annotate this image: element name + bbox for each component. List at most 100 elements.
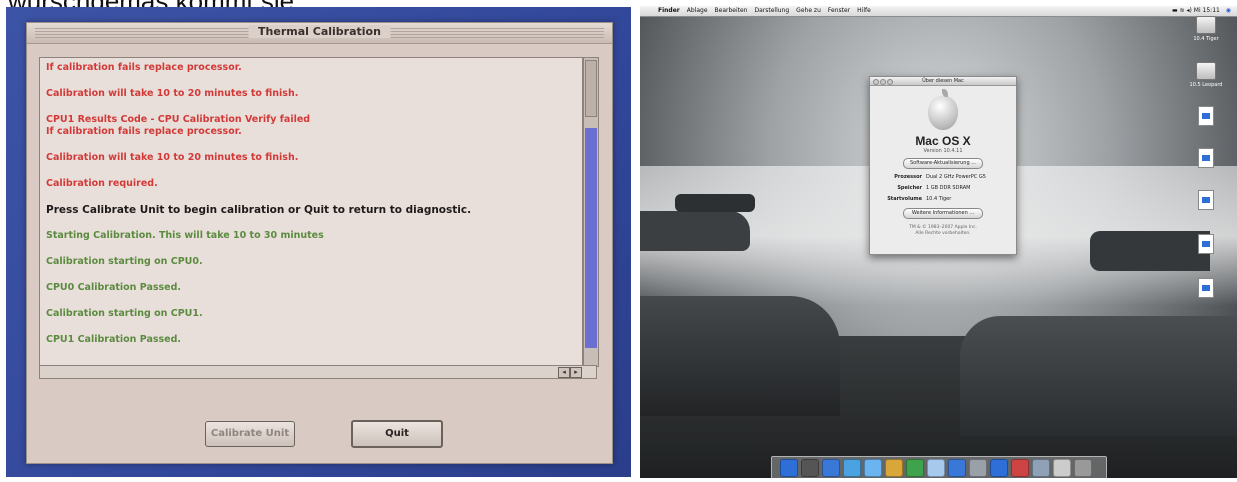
- about-info-value: 10.4 Tiger: [926, 196, 952, 202]
- desktop-icon-label: 10.4 Tiger: [1193, 36, 1219, 42]
- log-line: Starting Calibration. This will take 10 …: [46, 230, 324, 241]
- wallpaper-rock-foreground: [960, 316, 1237, 436]
- dock-app-icon[interactable]: [1074, 459, 1092, 477]
- file-icon: [1198, 190, 1214, 210]
- menu-item[interactable]: Darstellung: [754, 7, 789, 14]
- menu-item[interactable]: Hilfe: [857, 7, 871, 14]
- scroll-track[interactable]: [585, 128, 597, 348]
- menu-extras: ▬ ≋ ◂) Mi 15:11 ◉: [1172, 6, 1231, 16]
- about-info-value: Dual 2 GHz PowerPC G5: [926, 174, 986, 180]
- thermal-calibration-window: Thermal Calibration If calibration fails…: [26, 22, 613, 464]
- scroll-left-icon[interactable]: ◂: [558, 367, 570, 378]
- about-window-title: Über diesen Mac: [922, 78, 964, 84]
- dock-app-icon[interactable]: [822, 459, 840, 477]
- minimize-icon[interactable]: [880, 79, 886, 85]
- volume-icon[interactable]: ◂): [1187, 7, 1192, 14]
- window-title: Thermal Calibration: [248, 25, 391, 38]
- file-icon: [1198, 234, 1214, 254]
- menu-item[interactable]: Finder: [658, 7, 680, 14]
- vertical-scrollbar[interactable]: [583, 57, 599, 367]
- about-info-row: Prozessor Dual 2 GHz PowerPC G5: [884, 174, 1016, 180]
- menu-bar: Finder Ablage Bearbeiten Darstellung Gehe zu…: [640, 6, 1237, 17]
- wallpaper-rock-left-top: [675, 194, 755, 212]
- dock-app-icon[interactable]: [843, 459, 861, 477]
- about-this-mac-window: Über diesen Mac Mac OS X Version 10.4.11…: [869, 76, 1017, 255]
- document-icon[interactable]: [1181, 278, 1231, 300]
- file-icon: [1198, 278, 1214, 298]
- apple-logo-icon: [928, 89, 958, 130]
- scroll-knob[interactable]: [585, 60, 597, 117]
- software-update-button[interactable]: Software-Aktualisierung ...: [903, 158, 983, 169]
- log-line: CPU0 Calibration Passed.: [46, 282, 182, 293]
- log-line: CPU1 Results Code - CPU Calibration Veri…: [46, 114, 311, 137]
- calibrate-unit-button[interactable]: Calibrate Unit: [205, 421, 295, 447]
- hard-drive-icon: [1196, 16, 1216, 34]
- about-titlebar[interactable]: Über diesen Mac: [870, 77, 1016, 86]
- spotlight-icon[interactable]: ◉: [1226, 7, 1231, 14]
- log-line: Calibration will take 10 to 20 minutes t…: [46, 88, 299, 99]
- dock-app-icon[interactable]: [801, 459, 819, 477]
- about-info-row: Startvolume 10.4 Tiger: [884, 196, 1016, 202]
- copyright-footer: TM & © 1983–2007 Apple Inc. Alle Rechte …: [909, 225, 977, 236]
- dock-app-icon[interactable]: [969, 459, 987, 477]
- horizontal-scrollbar[interactable]: ◂ ▸: [39, 365, 597, 379]
- thermal-calibration-photo: Thermal Calibration If calibration fails…: [6, 7, 631, 477]
- file-icon: [1198, 106, 1214, 126]
- disk-icon[interactable]: 10.5 Leopard: [1181, 62, 1231, 88]
- menu-items: Finder Ablage Bearbeiten Darstellung Gehe zu…: [658, 6, 878, 16]
- menu-item[interactable]: Fenster: [828, 7, 850, 14]
- log-line: Press Calibrate Unit to begin calibratio…: [46, 204, 472, 216]
- quit-button[interactable]: Quit: [351, 420, 443, 448]
- window-controls: [873, 79, 894, 88]
- log-line: CPU1 Calibration Passed.: [46, 334, 182, 345]
- menu-item[interactable]: Ablage: [687, 7, 708, 14]
- log-line: Calibration starting on CPU1.: [46, 308, 203, 319]
- about-info-label: Prozessor: [894, 174, 922, 180]
- dock-app-icon[interactable]: [864, 459, 882, 477]
- log-line: If calibration fails replace processor.: [46, 62, 242, 73]
- about-info-value: 1 GB DDR SDRAM: [926, 185, 971, 191]
- window-titlebar[interactable]: Thermal Calibration: [27, 23, 612, 44]
- file-icon: [1198, 148, 1214, 168]
- wallpaper-rock-foreground-left: [640, 296, 840, 416]
- document-icon[interactable]: [1181, 234, 1231, 256]
- log-line: Calibration required.: [46, 178, 158, 189]
- mac-os-x-desktop: Finder Ablage Bearbeiten Darstellung Gehe zu…: [640, 6, 1237, 478]
- dock-app-icon[interactable]: [885, 459, 903, 477]
- wallpaper-rock-left: [640, 211, 750, 251]
- battery-icon[interactable]: ▬: [1172, 7, 1178, 14]
- log-lines: If calibration fails replace processor. C…: [40, 58, 582, 364]
- document-icon[interactable]: [1181, 106, 1231, 128]
- dock-app-icon[interactable]: [780, 459, 798, 477]
- close-icon[interactable]: [873, 79, 879, 85]
- dock-app-icon[interactable]: [990, 459, 1008, 477]
- about-info-rows: Prozessor Dual 2 GHz PowerPC G5 Speicher 1 …: [870, 174, 1016, 202]
- about-info-row: Speicher 1 GB DDR SDRAM: [884, 185, 1016, 191]
- menu-item[interactable]: Bearbeiten: [715, 7, 748, 14]
- about-info-label: Speicher: [897, 185, 922, 191]
- log-line: Calibration will take 10 to 20 minutes t…: [46, 152, 299, 163]
- dock: [771, 456, 1107, 478]
- calibration-log[interactable]: If calibration fails replace processor. C…: [39, 57, 583, 367]
- desktop-icon-label: 10.5 Leopard: [1189, 82, 1223, 88]
- document-icon[interactable]: [1181, 190, 1231, 212]
- scroll-right-icon[interactable]: ▸: [570, 367, 582, 378]
- dock-app-icon[interactable]: [906, 459, 924, 477]
- about-info-label: Startvolume: [887, 196, 922, 202]
- dock-app-icon[interactable]: [927, 459, 945, 477]
- clock[interactable]: Mi 15:11: [1194, 7, 1220, 14]
- dock-app-icon[interactable]: [1011, 459, 1029, 477]
- os-name: Mac OS X: [915, 134, 971, 148]
- zoom-icon[interactable]: [887, 79, 893, 85]
- disk-icon[interactable]: 10.4 Tiger: [1181, 16, 1231, 42]
- dock-app-icon[interactable]: [948, 459, 966, 477]
- log-line: Calibration starting on CPU0.: [46, 256, 203, 267]
- more-info-button[interactable]: Weitere Informationen ...: [903, 208, 983, 219]
- document-icon[interactable]: [1181, 148, 1231, 170]
- hard-drive-icon: [1196, 62, 1216, 80]
- wifi-icon[interactable]: ≋: [1180, 7, 1185, 14]
- dock-app-icon[interactable]: [1032, 459, 1050, 477]
- dock-app-icon[interactable]: [1053, 459, 1071, 477]
- menu-item[interactable]: Gehe zu: [796, 7, 821, 14]
- os-version: Version 10.4.11: [923, 148, 963, 154]
